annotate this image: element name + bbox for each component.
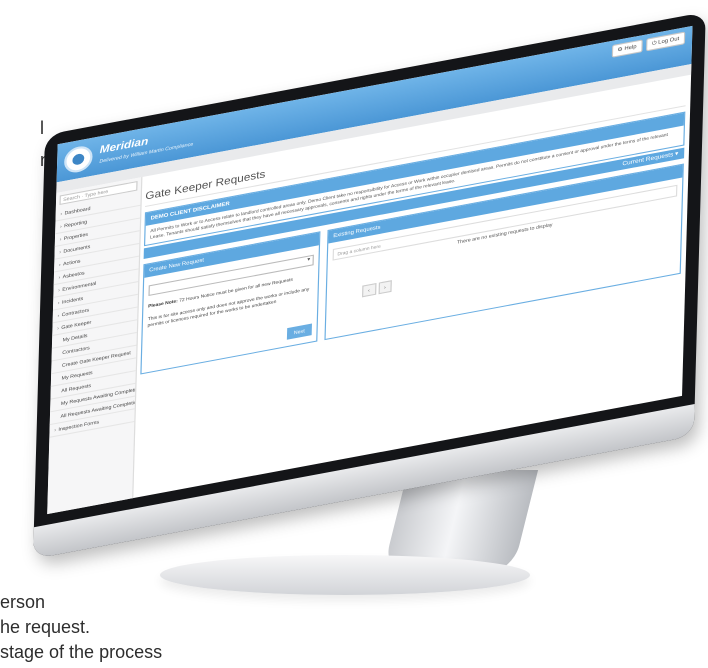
monitor-stand-base <box>160 555 530 595</box>
logout-label: Log Out <box>658 35 680 46</box>
pager-prev-button[interactable]: ‹ <box>362 282 376 298</box>
monitor-illustration: Meridian Delivered by William Martin Com… <box>10 0 708 668</box>
sidebar-item-label: Asbestos <box>62 269 85 280</box>
chevron-right-icon: › <box>59 236 62 242</box>
chevron-down-icon: ▾ <box>674 150 679 158</box>
meridian-logo <box>63 144 93 175</box>
chevron-right-icon: › <box>57 299 60 306</box>
sidebar-item-label: My Details <box>62 332 88 343</box>
chevron-right-icon: › <box>54 427 57 433</box>
chevron-right-icon: › <box>57 325 59 331</box>
help-label: Help <box>624 43 637 53</box>
chevron-right-icon: › <box>58 287 61 293</box>
chevron-right-icon: › <box>57 312 60 319</box>
header-actions: ⚙ Help ⏻ Log Out <box>611 31 686 58</box>
sidebar-item-label: Actions <box>62 258 81 267</box>
next-button[interactable]: Next <box>286 323 312 340</box>
sidebar-item-label: Contractors <box>62 344 90 356</box>
help-button[interactable]: ⚙ Help <box>611 39 643 58</box>
chevron-right-icon: › <box>58 261 61 268</box>
chevron-right-icon: › <box>59 223 62 230</box>
sidebar-item-label: Dashboard <box>64 205 91 216</box>
sidebar-item-label: Properties <box>63 231 89 242</box>
chevron-right-icon: › <box>58 274 61 281</box>
sidebar-item-label: Documents <box>63 243 91 254</box>
sidebar: Search · Type here › Dashboard › Reporting ›… <box>47 176 143 515</box>
chevron-right-icon: › <box>60 210 63 217</box>
chevron-right-icon: › <box>59 249 62 255</box>
logout-button[interactable]: ⏻ Log Out <box>645 31 686 52</box>
sidebar-menu: › Dashboard › Reporting › Properties › Document… <box>49 193 141 438</box>
pagination: ‹ › <box>362 279 392 298</box>
sidebar-item-label: Contractors <box>61 307 90 318</box>
pager-next-button[interactable]: › <box>377 279 392 295</box>
sidebar-item-label: Incidents <box>61 295 84 305</box>
monitor: Meridian Delivered by William Martin Com… <box>33 11 706 560</box>
sidebar-item-label: Reporting <box>64 218 88 229</box>
chevron-down-icon: ▾ <box>307 256 311 263</box>
